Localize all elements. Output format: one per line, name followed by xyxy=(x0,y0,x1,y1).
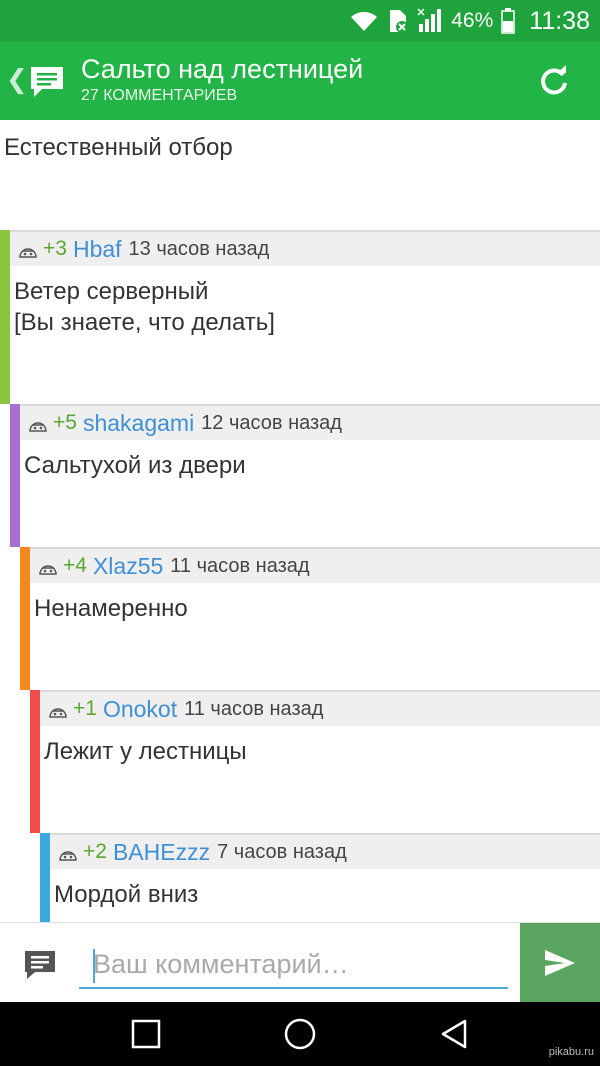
page-title: Сальто над лестницей xyxy=(81,54,364,84)
comment-item[interactable]: +3 Hbaf 13 часов назад Ветер серверный [… xyxy=(0,230,600,404)
comment-time: 7 часов назад xyxy=(217,840,347,863)
comment-meta: +1 Onokot 11 часов назад xyxy=(40,690,600,726)
post-body: Естественный отбор xyxy=(0,122,600,228)
recents-button[interactable] xyxy=(128,1016,164,1052)
sim-no-service-icon xyxy=(387,8,409,34)
comment-item[interactable]: +4 Xlaz55 11 часов назад Ненамеренно xyxy=(20,547,600,690)
comment-meta: +5 shakagami 12 часов назад xyxy=(20,404,600,440)
thread-indent-bar xyxy=(0,230,10,404)
refresh-icon xyxy=(541,65,567,95)
comment-username[interactable]: Onokot xyxy=(103,696,177,723)
chat-bubble-icon[interactable] xyxy=(28,64,66,105)
comment-username[interactable]: BAHEzzz xyxy=(113,839,210,866)
wifi-icon xyxy=(349,9,379,33)
comment-rating[interactable]: +4 xyxy=(63,554,87,578)
comment-rating[interactable]: +2 xyxy=(83,840,107,864)
comment-text: Сальтухой из двери xyxy=(24,452,246,479)
comment-time: 12 часов назад xyxy=(201,411,342,434)
clock: 11:38 xyxy=(529,6,590,35)
comment-icon xyxy=(22,948,58,987)
text-caret xyxy=(93,949,95,983)
watermark: pikabu.ru xyxy=(548,1046,594,1058)
app-header: ❮ Сальто над лестницей 27 КОММЕНТАРИЕВ xyxy=(0,42,600,120)
status-bar: 46% 11:38 xyxy=(0,0,600,42)
comment-item[interactable]: +2 BAHEzzz 7 часов назад Мордой вниз xyxy=(40,833,600,922)
comment-text: Мордой вниз xyxy=(54,881,199,908)
thread-indent-bar xyxy=(40,833,50,922)
back-triangle-icon xyxy=(441,1019,467,1049)
battery-icon xyxy=(501,8,516,34)
post-text: Естественный отбор xyxy=(4,134,233,161)
comment-item[interactable]: +1 Onokot 11 часов назад Лежит у лестниц… xyxy=(30,690,600,833)
comment-time: 13 часов назад xyxy=(128,237,270,260)
comment-item[interactable]: +5 shakagami 12 часов назад Сальтухой из… xyxy=(10,404,600,547)
avatar-icon xyxy=(59,851,77,861)
comment-username[interactable]: Hbaf xyxy=(73,236,122,263)
avatar-icon xyxy=(39,565,57,575)
comment-composer xyxy=(0,922,600,1003)
comment-input[interactable] xyxy=(79,941,508,989)
recents-square-icon xyxy=(131,1019,161,1049)
back-button[interactable] xyxy=(437,1016,473,1052)
comment-meta: +4 Xlaz55 11 часов назад xyxy=(30,547,600,583)
send-button[interactable] xyxy=(520,923,600,1003)
comment-time: 11 часов назад xyxy=(184,697,324,720)
battery-percent: 46% xyxy=(451,9,494,32)
thread-indent-bar xyxy=(10,404,20,547)
comment-rating[interactable]: +1 xyxy=(73,697,97,721)
comment-text: Ветер серверный [Вы знаете, что делать] xyxy=(14,278,275,336)
status-icons: 46% 11:38 xyxy=(349,6,590,36)
send-icon xyxy=(545,950,575,976)
avatar-icon xyxy=(29,422,47,432)
comment-text: Ненамеренно xyxy=(34,595,188,622)
comment-meta: +3 Hbaf 13 часов назад xyxy=(10,230,600,266)
avatar-icon xyxy=(19,248,37,258)
refresh-button[interactable] xyxy=(537,64,571,98)
system-nav-bar: pikabu.ru xyxy=(0,1002,600,1066)
comment-text: Лежит у лестницы xyxy=(44,738,247,765)
comment-username[interactable]: Xlaz55 xyxy=(93,553,163,580)
comment-rating[interactable]: +3 xyxy=(43,237,67,261)
comments-count: 27 КОММЕНТАРИЕВ xyxy=(81,87,238,104)
comment-meta: +2 BAHEzzz 7 часов назад xyxy=(50,833,600,869)
home-button[interactable] xyxy=(282,1016,318,1052)
comment-username[interactable]: shakagami xyxy=(83,410,194,437)
signal-icon xyxy=(417,8,443,34)
home-circle-icon xyxy=(284,1018,316,1050)
comment-time: 11 часов назад xyxy=(170,554,310,577)
comment-rating[interactable]: +5 xyxy=(53,411,77,435)
chevron-left-icon[interactable]: ❮ xyxy=(6,64,28,95)
thread-indent-bar xyxy=(20,547,30,690)
avatar-icon xyxy=(49,708,67,718)
thread-indent-bar xyxy=(30,690,40,833)
